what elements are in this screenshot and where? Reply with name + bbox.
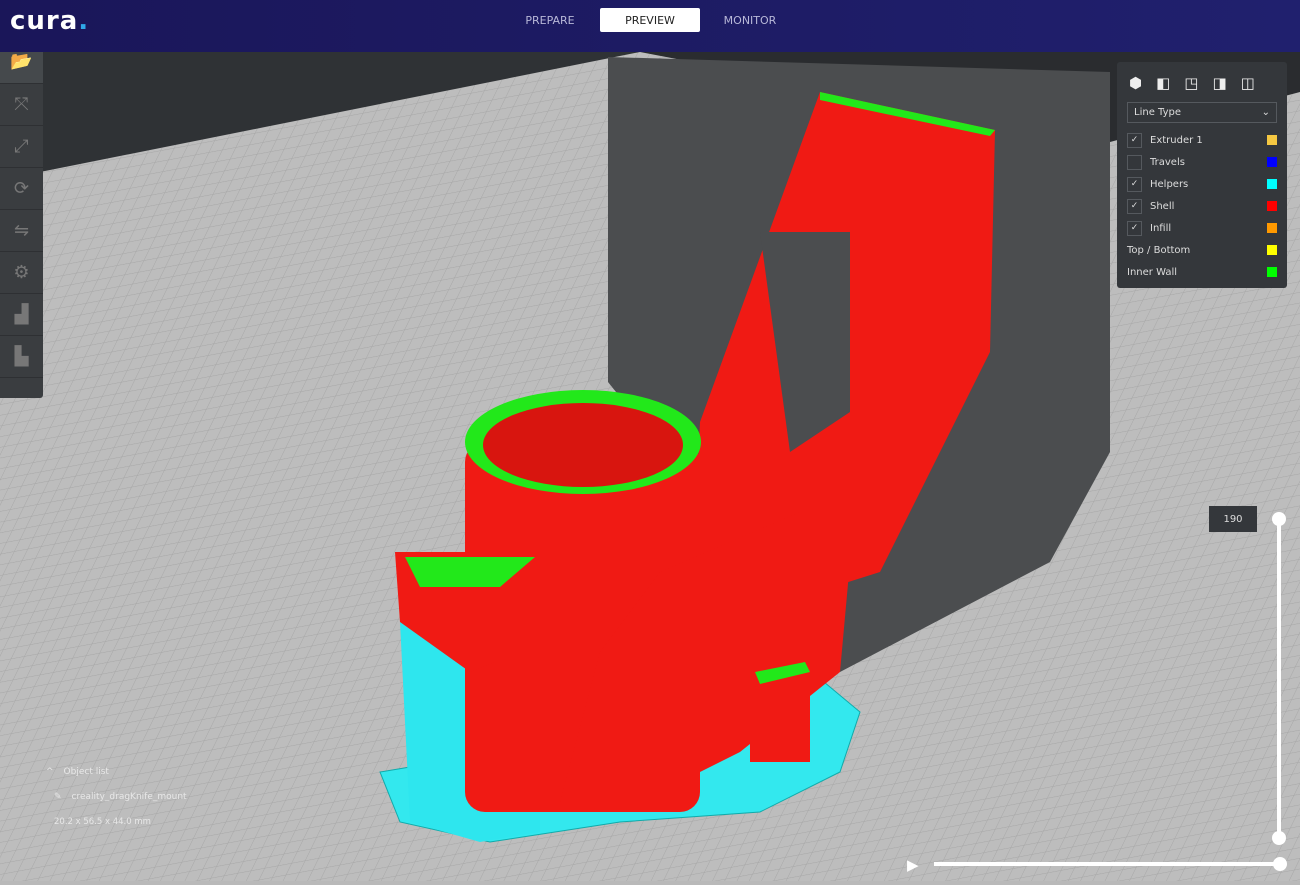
layer-slider-upper-handle[interactable] [1272,512,1286,526]
pencil-icon[interactable]: ✎ [54,792,62,802]
legend-inner-wall: Inner Wall [1117,261,1287,283]
legend-top-bottom: Top / Bottom [1117,239,1287,261]
tab-prepare[interactable]: PREPARE [500,8,600,32]
build-plate-scene [0,52,1300,881]
layers-icon: ▙ [14,346,29,367]
color-scheme-dropdown[interactable]: Line Type ⌄ [1127,102,1277,123]
per-model-settings-button[interactable]: ⚙ [0,252,43,294]
legend-shell[interactable]: ✓ Shell [1117,195,1287,217]
mirror-icon: ⇋ [13,220,30,241]
3d-viewport[interactable] [0,52,1300,881]
left-view-icon[interactable]: ◨ [1212,74,1226,92]
move-tool-button[interactable]: ⤧ [0,84,43,126]
legend-extruder-1[interactable]: ✓ Extruder 1 [1117,129,1287,151]
legend-label: Travels [1150,156,1185,168]
object-info: ^ Object list ✎ creality_dragKnife_mount 2… [46,760,187,835]
scale-icon: ⤢ [14,136,29,157]
right-view-icon[interactable]: ◫ [1241,74,1255,92]
checkbox[interactable]: ✓ [1127,198,1142,214]
color-swatch [1267,223,1277,233]
legend-label: Helpers [1150,178,1189,190]
legend-label: Shell [1150,200,1175,212]
top-view-icon[interactable]: ◳ [1184,74,1198,92]
object-name: creality_dragKnife_mount [71,792,187,802]
color-swatch [1267,267,1277,277]
layer-slider-track[interactable] [1277,518,1281,838]
scale-tool-button[interactable]: ⤢ [0,126,43,168]
view-settings-panel: ⬢ ◧ ◳ ◨ ◫ Line Type ⌄ ✓ Extruder 1 Travel… [1117,62,1287,288]
checkbox[interactable] [1127,154,1142,170]
play-icon[interactable]: ▶ [907,856,919,874]
color-swatch [1267,201,1277,211]
per-model-settings-icon: ⚙ [13,262,30,283]
support-blocker-button[interactable]: ▟ [0,294,43,336]
legend-label: Top / Bottom [1127,244,1191,256]
tab-preview[interactable]: PREVIEW [600,8,700,32]
object-list-toggle[interactable]: ^ Object list [46,760,187,785]
legend-helpers[interactable]: ✓ Helpers [1117,173,1287,195]
path-slider-handle[interactable] [1273,857,1287,871]
legend-travels[interactable]: Travels [1117,151,1287,173]
color-swatch [1267,135,1277,145]
legend-label: Extruder 1 [1150,134,1203,146]
tab-monitor[interactable]: MONITOR [700,8,800,32]
color-scheme-value: Line Type [1134,107,1181,118]
layer-slider-lower-handle[interactable] [1272,831,1286,845]
move-icon: ⤧ [14,94,29,115]
folder-icon: 📂 [10,51,33,72]
checkbox[interactable]: ✓ [1127,176,1142,192]
color-swatch [1267,245,1277,255]
checkbox[interactable]: ✓ [1127,132,1142,148]
rotate-icon: ⟳ [13,178,30,199]
cura-logo: cura. [10,6,90,36]
current-layer-label[interactable]: 190 [1209,506,1257,532]
mirror-tool-button[interactable]: ⇋ [0,210,43,252]
chevron-down-icon: ⌄ [1261,107,1270,118]
left-toolbar: 📂 ⤧ ⤢ ⟳ ⇋ ⚙ ▟ ▙ [0,40,43,398]
legend-label: Infill [1150,222,1172,234]
3d-view-icon[interactable]: ⬢ [1129,74,1142,92]
legend-infill[interactable]: ✓ Infill [1117,217,1287,239]
object-dimensions: 20.2 x 56.5 x 44.0 mm [54,817,151,827]
top-bar: cura. PREPARE PREVIEW MONITOR [0,0,1300,52]
path-slider-track[interactable] [934,862,1280,866]
color-swatch [1267,157,1277,167]
support-blocker-icon: ▟ [14,304,29,325]
color-swatch [1267,179,1277,189]
layers-button[interactable]: ▙ [0,336,43,378]
object-list-label: Object list [63,767,109,777]
checkbox[interactable]: ✓ [1127,220,1142,236]
rotate-tool-button[interactable]: ⟳ [0,168,43,210]
stage-tabs: PREPARE PREVIEW MONITOR [500,8,800,32]
chevron-up-icon: ^ [46,767,54,777]
front-view-icon[interactable]: ◧ [1156,74,1170,92]
legend-label: Inner Wall [1127,266,1177,278]
